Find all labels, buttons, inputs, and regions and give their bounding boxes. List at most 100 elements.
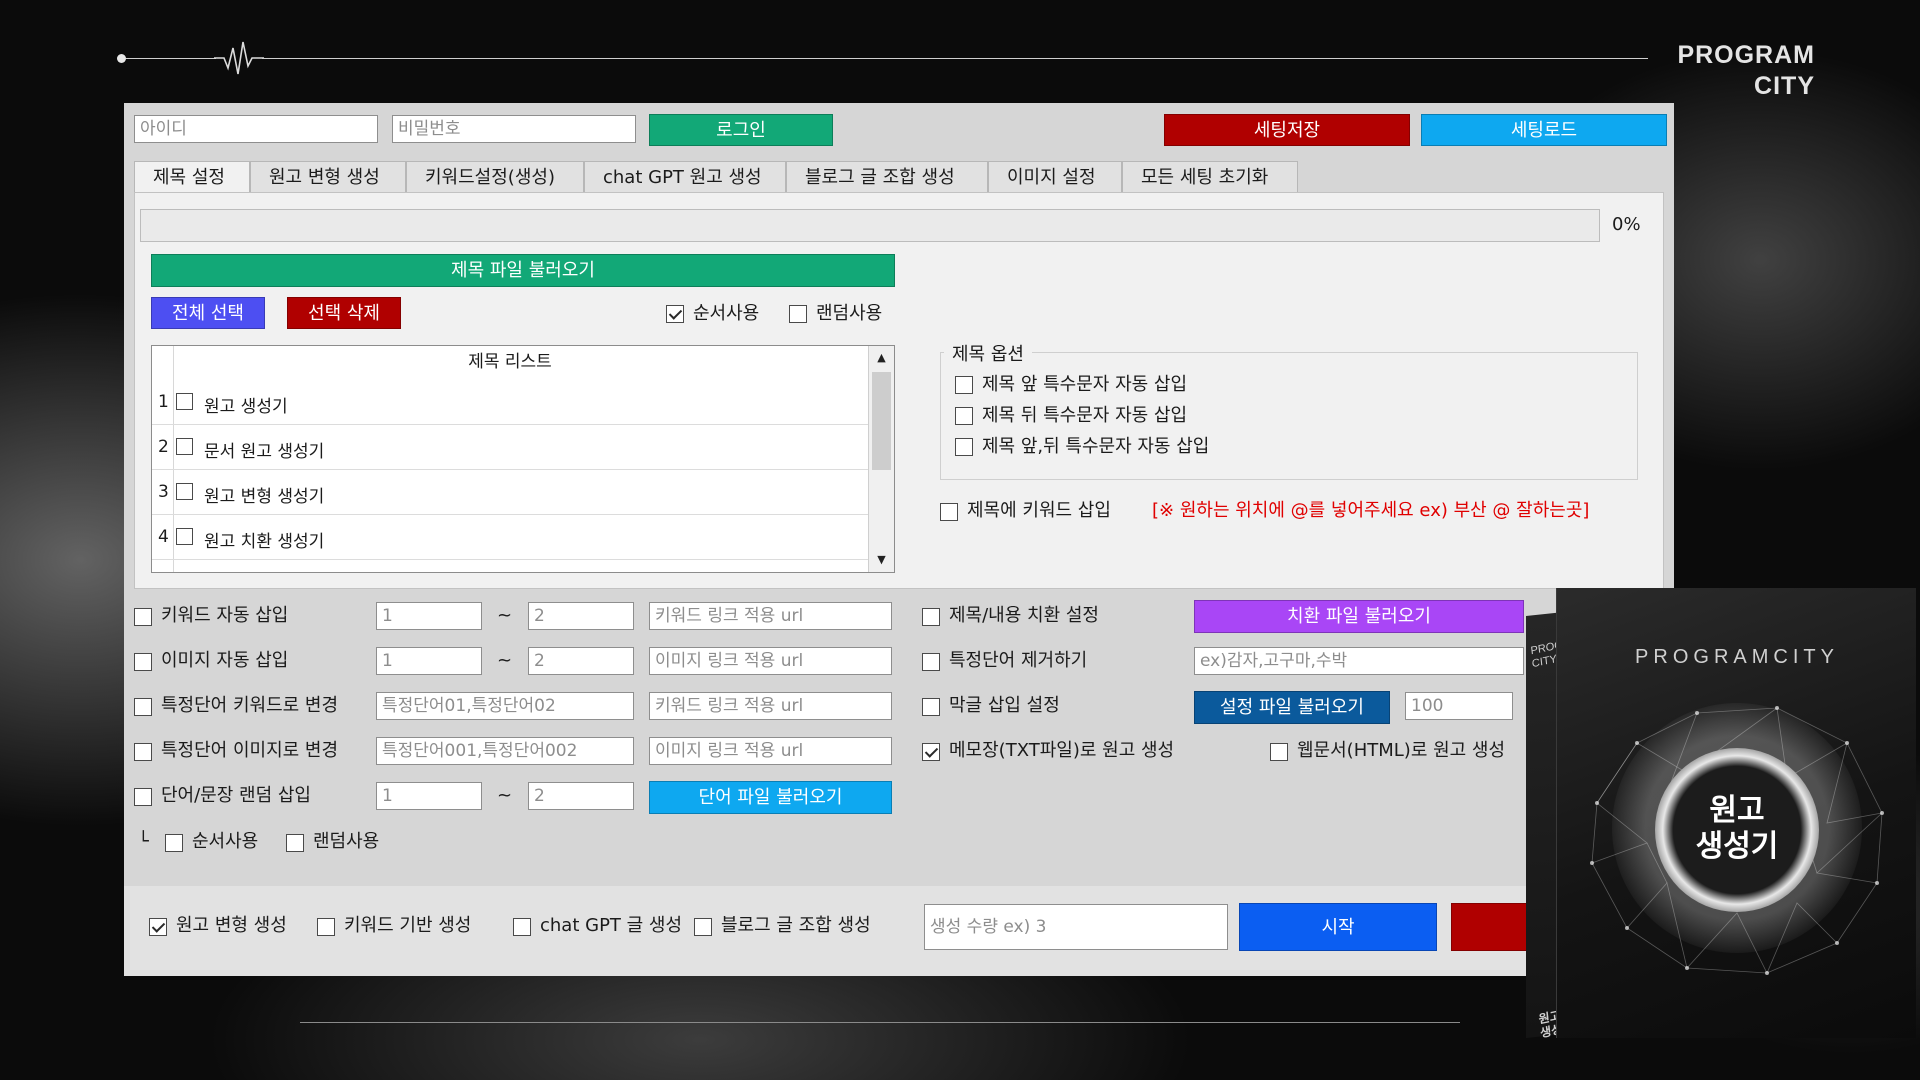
pulse-wave-icon — [214, 41, 264, 75]
row-checkbox[interactable] — [176, 483, 193, 500]
load-title-file-button[interactable]: 제목 파일 불러오기 — [151, 254, 895, 287]
title-keyword-insert-checkbox[interactable] — [940, 503, 958, 521]
stop-button[interactable] — [1451, 903, 1531, 951]
sentence-order-checkbox[interactable] — [165, 834, 183, 852]
scroll-thumb[interactable] — [872, 372, 891, 470]
range-separator: ~ — [497, 605, 513, 626]
image-count-from-input[interactable]: 1 — [376, 647, 482, 675]
slang-insert-checkbox[interactable] — [922, 698, 940, 716]
tab-reset-all[interactable]: 모든 세팅 초기화 — [1122, 161, 1298, 193]
id-input[interactable]: 아이디 — [134, 115, 378, 143]
word-to-keyword-checkbox[interactable] — [134, 698, 152, 716]
select-all-button[interactable]: 전체 선택 — [151, 297, 265, 329]
brand-logo: PROGRAM CITY — [1677, 40, 1815, 102]
scroll-up-arrow-icon[interactable]: ▲ — [869, 346, 894, 370]
txt-output-checkbox[interactable] — [922, 743, 940, 761]
list-item[interactable]: 2 문서 원고 생성기 — [152, 425, 868, 470]
image-count-to-input[interactable]: 2 — [528, 647, 634, 675]
tab-blog-combine[interactable]: 블로그 글 조합 생성 — [786, 161, 988, 193]
word-to-image-input[interactable]: 특정단어001,특정단어002 — [376, 737, 634, 765]
list-item[interactable]: 4 원고 치환 생성기 — [152, 515, 868, 560]
sentence-random-checkbox[interactable] — [286, 834, 304, 852]
image-auto-insert-label: 이미지 자동 삽입 — [161, 650, 289, 671]
box-brand: PROGRAMCITY — [1635, 646, 1839, 668]
both-special-char-label: 제목 앞,뒤 특수문자 자동 삽입 — [982, 436, 1210, 457]
load-word-file-button[interactable]: 단어 파일 불러오기 — [649, 781, 892, 814]
sentence-count-from-input[interactable]: 1 — [376, 782, 482, 810]
product-box-image: PROGRAM CITY 원고 생성기 PROGRAMCITY — [1526, 588, 1916, 1040]
tab-manuscript-transform[interactable]: 원고 변형 생성 — [250, 161, 406, 193]
row-checkbox[interactable] — [176, 393, 193, 410]
tab-chatgpt[interactable]: chat GPT 원고 생성 — [584, 161, 786, 193]
word-keyword-url-input[interactable]: 키워드 링크 적용 url — [649, 692, 892, 720]
word-to-image-checkbox[interactable] — [134, 743, 152, 761]
sentence-order-label: 순서사용 — [192, 831, 259, 852]
mode-keyword-checkbox[interactable] — [317, 918, 335, 936]
suffix-special-char-checkbox[interactable] — [955, 407, 973, 425]
word-image-url-input[interactable]: 이미지 링크 적용 url — [649, 737, 892, 765]
row-number: 2 — [158, 437, 169, 457]
html-output-checkbox[interactable] — [1270, 743, 1288, 761]
mode-blog-combine-checkbox[interactable] — [694, 918, 712, 936]
sub-option-prefix: └ — [138, 831, 149, 852]
list-scrollbar[interactable]: ▲ ▼ — [868, 346, 894, 572]
title-list[interactable]: 제목 리스트 1 원고 생성기 2 문서 원고 생성기 3 원고 변형 생성기 … — [151, 345, 895, 573]
list-item[interactable]: 1 원고 생성기 — [152, 380, 868, 425]
generate-count-input[interactable]: 생성 수량 ex) 3 — [924, 904, 1228, 950]
mode-chatgpt-checkbox[interactable] — [513, 918, 531, 936]
random-use-checkbox[interactable] — [789, 305, 807, 323]
suffix-special-char-label: 제목 뒤 특수문자 자동 삽입 — [982, 405, 1188, 426]
load-replace-file-button[interactable]: 치환 파일 불러오기 — [1194, 600, 1524, 633]
tab-keyword-settings[interactable]: 키워드설정(생성) — [406, 161, 584, 193]
prefix-special-char-checkbox[interactable] — [955, 376, 973, 394]
brand-line-2: CITY — [1754, 72, 1815, 100]
prefix-special-char-label: 제목 앞 특수문자 자동 삽입 — [982, 374, 1188, 395]
tab-bar: 제목 설정 원고 변형 생성 키워드설정(생성) chat GPT 원고 생성 … — [134, 161, 1298, 193]
remove-words-input[interactable]: ex)감자,고구마,수박 — [1194, 647, 1524, 675]
load-config-file-button[interactable]: 설정 파일 불러오기 — [1194, 691, 1390, 724]
start-button[interactable]: 시작 — [1239, 903, 1437, 951]
row-text: 원고 치환 생성기 — [204, 532, 325, 552]
tab-title-settings[interactable]: 제목 설정 — [134, 161, 250, 193]
range-separator: ~ — [497, 650, 513, 671]
keyword-auto-insert-checkbox[interactable] — [134, 608, 152, 626]
title-list-header: 제목 리스트 — [468, 352, 552, 372]
mode-transform-checkbox[interactable] — [149, 918, 167, 936]
brand-line-1: PROGRAM — [1677, 41, 1815, 69]
remove-words-checkbox[interactable] — [922, 653, 940, 671]
image-link-url-input[interactable]: 이미지 링크 적용 url — [649, 647, 892, 675]
row-text: 원고 변형 생성기 — [204, 487, 325, 507]
sentence-count-to-input[interactable]: 2 — [528, 782, 634, 810]
html-output-label: 웹문서(HTML)로 원고 생성 — [1297, 740, 1506, 761]
both-special-char-checkbox[interactable] — [955, 438, 973, 456]
row-text: 문서 원고 생성기 — [204, 442, 325, 462]
title-options-title: 제목 옵션 — [944, 340, 1032, 366]
row-checkbox[interactable] — [176, 438, 193, 455]
list-item[interactable]: 3 원고 변형 생성기 — [152, 470, 868, 515]
word-to-keyword-label: 특정단어 키워드로 변경 — [161, 695, 339, 716]
keyword-count-to-input[interactable]: 2 — [528, 602, 634, 630]
random-sentence-checkbox[interactable] — [134, 788, 152, 806]
image-auto-insert-checkbox[interactable] — [134, 653, 152, 671]
keyword-link-url-input[interactable]: 키워드 링크 적용 url — [649, 602, 892, 630]
order-use-checkbox[interactable] — [666, 305, 684, 323]
tab-image-settings[interactable]: 이미지 설정 — [988, 161, 1122, 193]
word-to-keyword-input[interactable]: 특정단어01,특정단어02 — [376, 692, 634, 720]
replace-settings-checkbox[interactable] — [922, 608, 940, 626]
random-use-label: 랜덤사용 — [816, 303, 883, 324]
keyword-insert-hint: [※ 원하는 위치에 @를 넣어주세요 ex) 부산 @ 잘하는곳] — [1152, 500, 1590, 521]
box-title: 원고 생성기 — [1655, 793, 1819, 865]
scroll-down-arrow-icon[interactable]: ▼ — [869, 548, 894, 572]
delete-selected-button[interactable]: 선택 삭제 — [287, 297, 401, 329]
password-input[interactable]: 비밀번호 — [392, 115, 636, 143]
slang-value-input[interactable]: 100 — [1405, 692, 1513, 720]
progress-label: 0% — [1612, 214, 1641, 235]
txt-output-label: 메모장(TXT파일)로 원고 생성 — [949, 740, 1175, 761]
box-title-line-2: 생성기 — [1695, 829, 1779, 864]
save-settings-button[interactable]: 세팅저장 — [1164, 114, 1410, 146]
login-button[interactable]: 로그인 — [649, 114, 833, 146]
load-settings-button[interactable]: 세팅로드 — [1421, 114, 1667, 146]
keyword-count-from-input[interactable]: 1 — [376, 602, 482, 630]
mode-keyword-label: 키워드 기반 생성 — [344, 915, 472, 936]
row-checkbox[interactable] — [176, 528, 193, 545]
